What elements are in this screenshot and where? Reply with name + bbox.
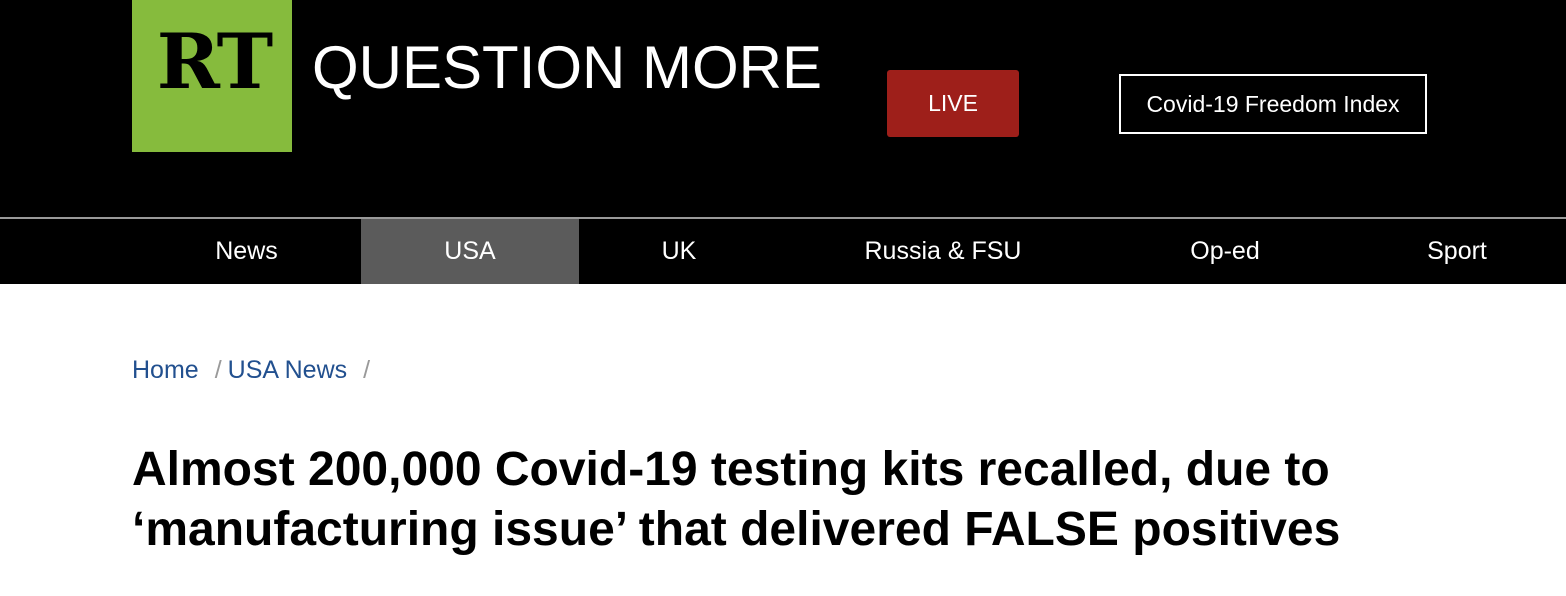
breadcrumb-usa-news-link[interactable]: USA News <box>228 356 347 385</box>
live-button[interactable]: LIVE <box>887 70 1019 137</box>
article-headline: Almost 200,000 Covid-19 testing kits rec… <box>132 443 1341 556</box>
breadcrumb-separator: / <box>214 355 222 384</box>
nav-item-uk[interactable]: UK <box>579 219 779 284</box>
nav-item-russia-fsu[interactable]: Russia & FSU <box>779 219 1107 284</box>
covid-freedom-index-button[interactable]: Covid-19 Freedom Index <box>1119 74 1427 134</box>
nav-item-usa[interactable]: USA <box>361 219 579 284</box>
site-slogan: QUESTION MORE <box>312 34 823 101</box>
breadcrumb: Home / USA News / <box>132 352 370 388</box>
rt-logo[interactable]: RT <box>132 0 292 152</box>
rt-logo-text: RT <box>156 17 273 106</box>
breadcrumb-separator: / <box>363 355 371 384</box>
site-header: RT QUESTION MORE LIVE Covid-19 Freedom I… <box>0 0 1566 217</box>
main-nav: News USA UK Russia & FSU Op-ed Sport <box>0 219 1566 284</box>
nav-item-news[interactable]: News <box>132 219 361 284</box>
breadcrumb-home-link[interactable]: Home <box>132 356 199 385</box>
nav-item-op-ed[interactable]: Op-ed <box>1107 219 1343 284</box>
nav-item-sport[interactable]: Sport <box>1343 219 1566 284</box>
